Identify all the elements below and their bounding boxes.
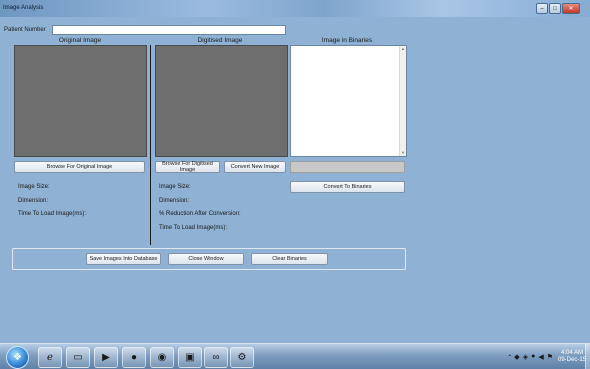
column-divider	[150, 45, 151, 245]
start-button[interactable]: ❖	[6, 346, 29, 369]
close-icon: ✕	[568, 6, 574, 12]
taskbar-explorer[interactable]: ▭	[66, 347, 90, 368]
close-window-button[interactable]: ✕	[562, 3, 580, 14]
taskbar-app-7[interactable]: ∞	[204, 347, 228, 368]
client-area: Patient Number Original Image Digitised …	[0, 17, 590, 343]
taskbar-browser[interactable]: ℯ	[38, 347, 62, 368]
digitised-reduction-label: % Reduction After Conversion:	[159, 211, 241, 217]
tray-volume-icon[interactable]: ◀	[538, 353, 543, 361]
original-image-size-label: Image Size:	[18, 184, 50, 190]
original-image-box	[14, 45, 147, 157]
binaries-textbox[interactable]: ▲ ▼	[290, 45, 407, 157]
scroll-down-icon[interactable]: ▼	[400, 150, 406, 156]
binaries-header: Image in Binaries	[321, 37, 373, 44]
gear-app-icon: ⚙	[237, 352, 247, 363]
original-dimension-label: Dimension:	[18, 198, 49, 204]
digitised-image-size-label: Image Size:	[159, 184, 191, 190]
window-app-icon: ▣	[185, 352, 195, 363]
folder-icon: ▭	[73, 352, 83, 363]
infinity-app-icon: ∞	[212, 352, 220, 363]
tray-network-icon[interactable]: ◔	[507, 353, 511, 360]
maximize-icon: □	[553, 5, 557, 12]
system-tray: ◔ ◆ ◈ ● ◀ ⚑ 4:04 AM 09-Dec-15	[504, 344, 586, 369]
taskbar: ❖ ℯ ▭ ▶ ● ◉ ▣ ∞ ⚙ ◔ ◆ ◈ ● ◀ ⚑ 4:04 AM 09…	[0, 343, 590, 369]
save-images-button[interactable]: Save Images Into Database	[86, 253, 161, 265]
taskbar-media[interactable]: ▶	[94, 347, 118, 368]
clear-binaries-button[interactable]: Clear Binaries	[251, 253, 328, 265]
patient-number-label: Patient Number	[4, 27, 46, 33]
digitised-image-header: Digitised Image	[197, 37, 243, 44]
tray-update-icon[interactable]: ●	[531, 353, 535, 360]
clock-time: 4:04 AM	[560, 349, 583, 356]
taskbar-app-5[interactable]: ◉	[150, 347, 174, 368]
scroll-up-icon[interactable]: ▲	[400, 46, 406, 52]
original-image-header: Original Image	[58, 37, 102, 44]
taskbar-app-4[interactable]: ●	[122, 347, 146, 368]
close-window-action-button[interactable]: Close Window	[168, 253, 244, 265]
browse-original-button[interactable]: Browse For Original Image	[14, 161, 145, 173]
browse-digitised-button[interactable]: Browse For Digitised Image	[155, 161, 220, 173]
tray-security-icon[interactable]: ◈	[523, 353, 528, 361]
convert-to-binaries-button[interactable]: Convert To Binaries	[290, 181, 405, 193]
internet-explorer-icon: ℯ	[47, 352, 53, 363]
taskbar-app-8[interactable]: ⚙	[230, 347, 254, 368]
app-icon: ●	[130, 352, 138, 363]
maximize-button[interactable]: □	[549, 3, 561, 14]
binaries-scrollbar[interactable]: ▲ ▼	[399, 46, 406, 156]
clock-date: 09-Dec-15	[557, 356, 586, 363]
window-controls: – □ ✕	[535, 3, 580, 14]
media-player-icon: ▶	[102, 352, 110, 363]
original-time-label: Time To Load Image(ms):	[18, 211, 87, 217]
digitised-time-label: Time To Load Image(ms):	[159, 225, 228, 231]
title-bar: Image Analysis – □ ✕	[0, 0, 590, 17]
digitised-image-box	[155, 45, 288, 157]
hp-icon: ◉	[157, 352, 167, 363]
minimize-icon: –	[540, 5, 544, 12]
show-desktop-button[interactable]	[585, 344, 590, 369]
taskbar-app-6[interactable]: ▣	[178, 347, 202, 368]
window-title: Image Analysis	[3, 5, 44, 11]
tray-app-icon[interactable]: ◆	[514, 353, 519, 361]
clock[interactable]: 4:04 AM 09-Dec-15	[558, 350, 586, 364]
binaries-progress-bar	[290, 161, 405, 173]
tray-flag-icon[interactable]: ⚑	[547, 353, 553, 361]
convert-new-image-button[interactable]: Convert New Image	[224, 161, 286, 173]
digitised-dimension-label: Dimension:	[159, 198, 190, 204]
minimize-button[interactable]: –	[536, 3, 548, 14]
patient-number-input[interactable]	[52, 25, 286, 35]
windows-logo-icon: ❖	[13, 352, 22, 363]
